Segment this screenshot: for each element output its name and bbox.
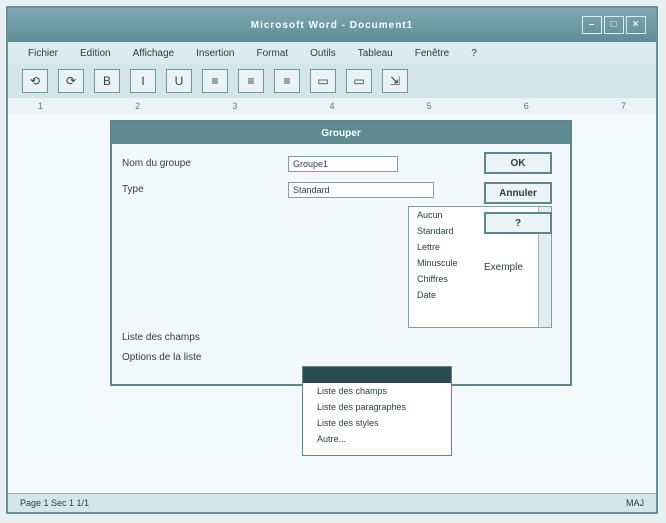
undo-icon[interactable]: ⟲ — [22, 69, 48, 93]
align-left-icon[interactable]: ≡ — [202, 69, 228, 93]
ok-button[interactable]: OK — [484, 152, 552, 174]
minimize-button[interactable]: – — [582, 16, 602, 34]
menu-format[interactable]: Format — [252, 46, 292, 61]
italic-button[interactable]: I — [130, 69, 156, 93]
menu-insertion[interactable]: Insertion — [192, 46, 238, 61]
align-right-icon[interactable]: ≡ — [274, 69, 300, 93]
help-button[interactable]: ? — [484, 212, 552, 234]
list-item[interactable]: Chiffres — [409, 271, 551, 287]
dropdown-item[interactable]: Liste des paragraphes — [303, 399, 451, 415]
status-left: Page 1 Sec 1 1/1 — [20, 498, 90, 508]
list-item[interactable]: Date — [409, 287, 551, 303]
redo-icon[interactable]: ⟳ — [58, 69, 84, 93]
group-dialog: Grouper Nom du groupe Groupe1 Type Stand… — [110, 120, 572, 386]
toolbar: ⟲ ⟳ B I U ≡ ≡ ≡ ▭ ▭ ⇲ — [8, 64, 656, 99]
list-item[interactable]: Minuscule — [409, 255, 551, 271]
menu-affichage[interactable]: Affichage — [129, 46, 179, 61]
list-item[interactable]: Lettre — [409, 239, 551, 255]
title-bar: Microsoft Word - Document1 – □ × — [8, 8, 656, 42]
menu-fenetre[interactable]: Fenêtre — [411, 46, 453, 61]
columns-icon[interactable]: ▭ — [346, 69, 372, 93]
ruler-tick: 4 — [329, 101, 335, 111]
status-right: MAJ — [626, 498, 644, 508]
menu-outils[interactable]: Outils — [306, 46, 340, 61]
status-bar: Page 1 Sec 1 1/1 MAJ — [8, 493, 656, 512]
side-note: Exemple — [484, 262, 523, 273]
maximize-button[interactable]: □ — [604, 16, 624, 34]
group-name-label: Nom du groupe — [122, 158, 191, 169]
menu-tableau[interactable]: Tableau — [354, 46, 397, 61]
dialog-title: Grouper — [112, 122, 570, 144]
bold-button[interactable]: B — [94, 69, 120, 93]
table-icon[interactable]: ▭ — [310, 69, 336, 93]
options-label: Options de la liste — [122, 352, 202, 363]
fields-label: Liste des champs — [122, 332, 200, 343]
close-button[interactable]: × — [626, 16, 646, 34]
dropdown-selected[interactable] — [303, 367, 451, 383]
menu-edition[interactable]: Edition — [76, 46, 115, 61]
ruler-tick: 1 — [38, 101, 44, 111]
type-label: Type — [122, 184, 144, 195]
group-name-field[interactable]: Groupe1 — [288, 156, 398, 172]
dropdown-item[interactable]: Autre... — [303, 431, 451, 447]
ruler-tick: 6 — [523, 101, 529, 111]
dropdown-item[interactable]: Liste des styles — [303, 415, 451, 431]
menu-bar: Fichier Edition Affichage Insertion Form… — [8, 42, 656, 65]
underline-button[interactable]: U — [166, 69, 192, 93]
menu-help[interactable]: ? — [467, 46, 481, 61]
ruler-tick: 3 — [232, 101, 238, 111]
window-title: Microsoft Word - Document1 — [250, 19, 414, 31]
ruler-tick: 2 — [135, 101, 141, 111]
dropdown-item[interactable]: Liste des champs — [303, 383, 451, 399]
ruler-tick: 7 — [620, 101, 626, 111]
zoom-icon[interactable]: ⇲ — [382, 69, 408, 93]
menu-fichier[interactable]: Fichier — [24, 46, 62, 61]
type-field[interactable]: Standard — [288, 182, 434, 198]
options-dropdown[interactable]: Liste des champs Liste des paragraphes L… — [302, 366, 452, 456]
cancel-button[interactable]: Annuler — [484, 182, 552, 204]
align-center-icon[interactable]: ≡ — [238, 69, 264, 93]
ruler-tick: 5 — [426, 101, 432, 111]
ruler: 1 2 3 4 5 6 7 — [8, 98, 656, 115]
